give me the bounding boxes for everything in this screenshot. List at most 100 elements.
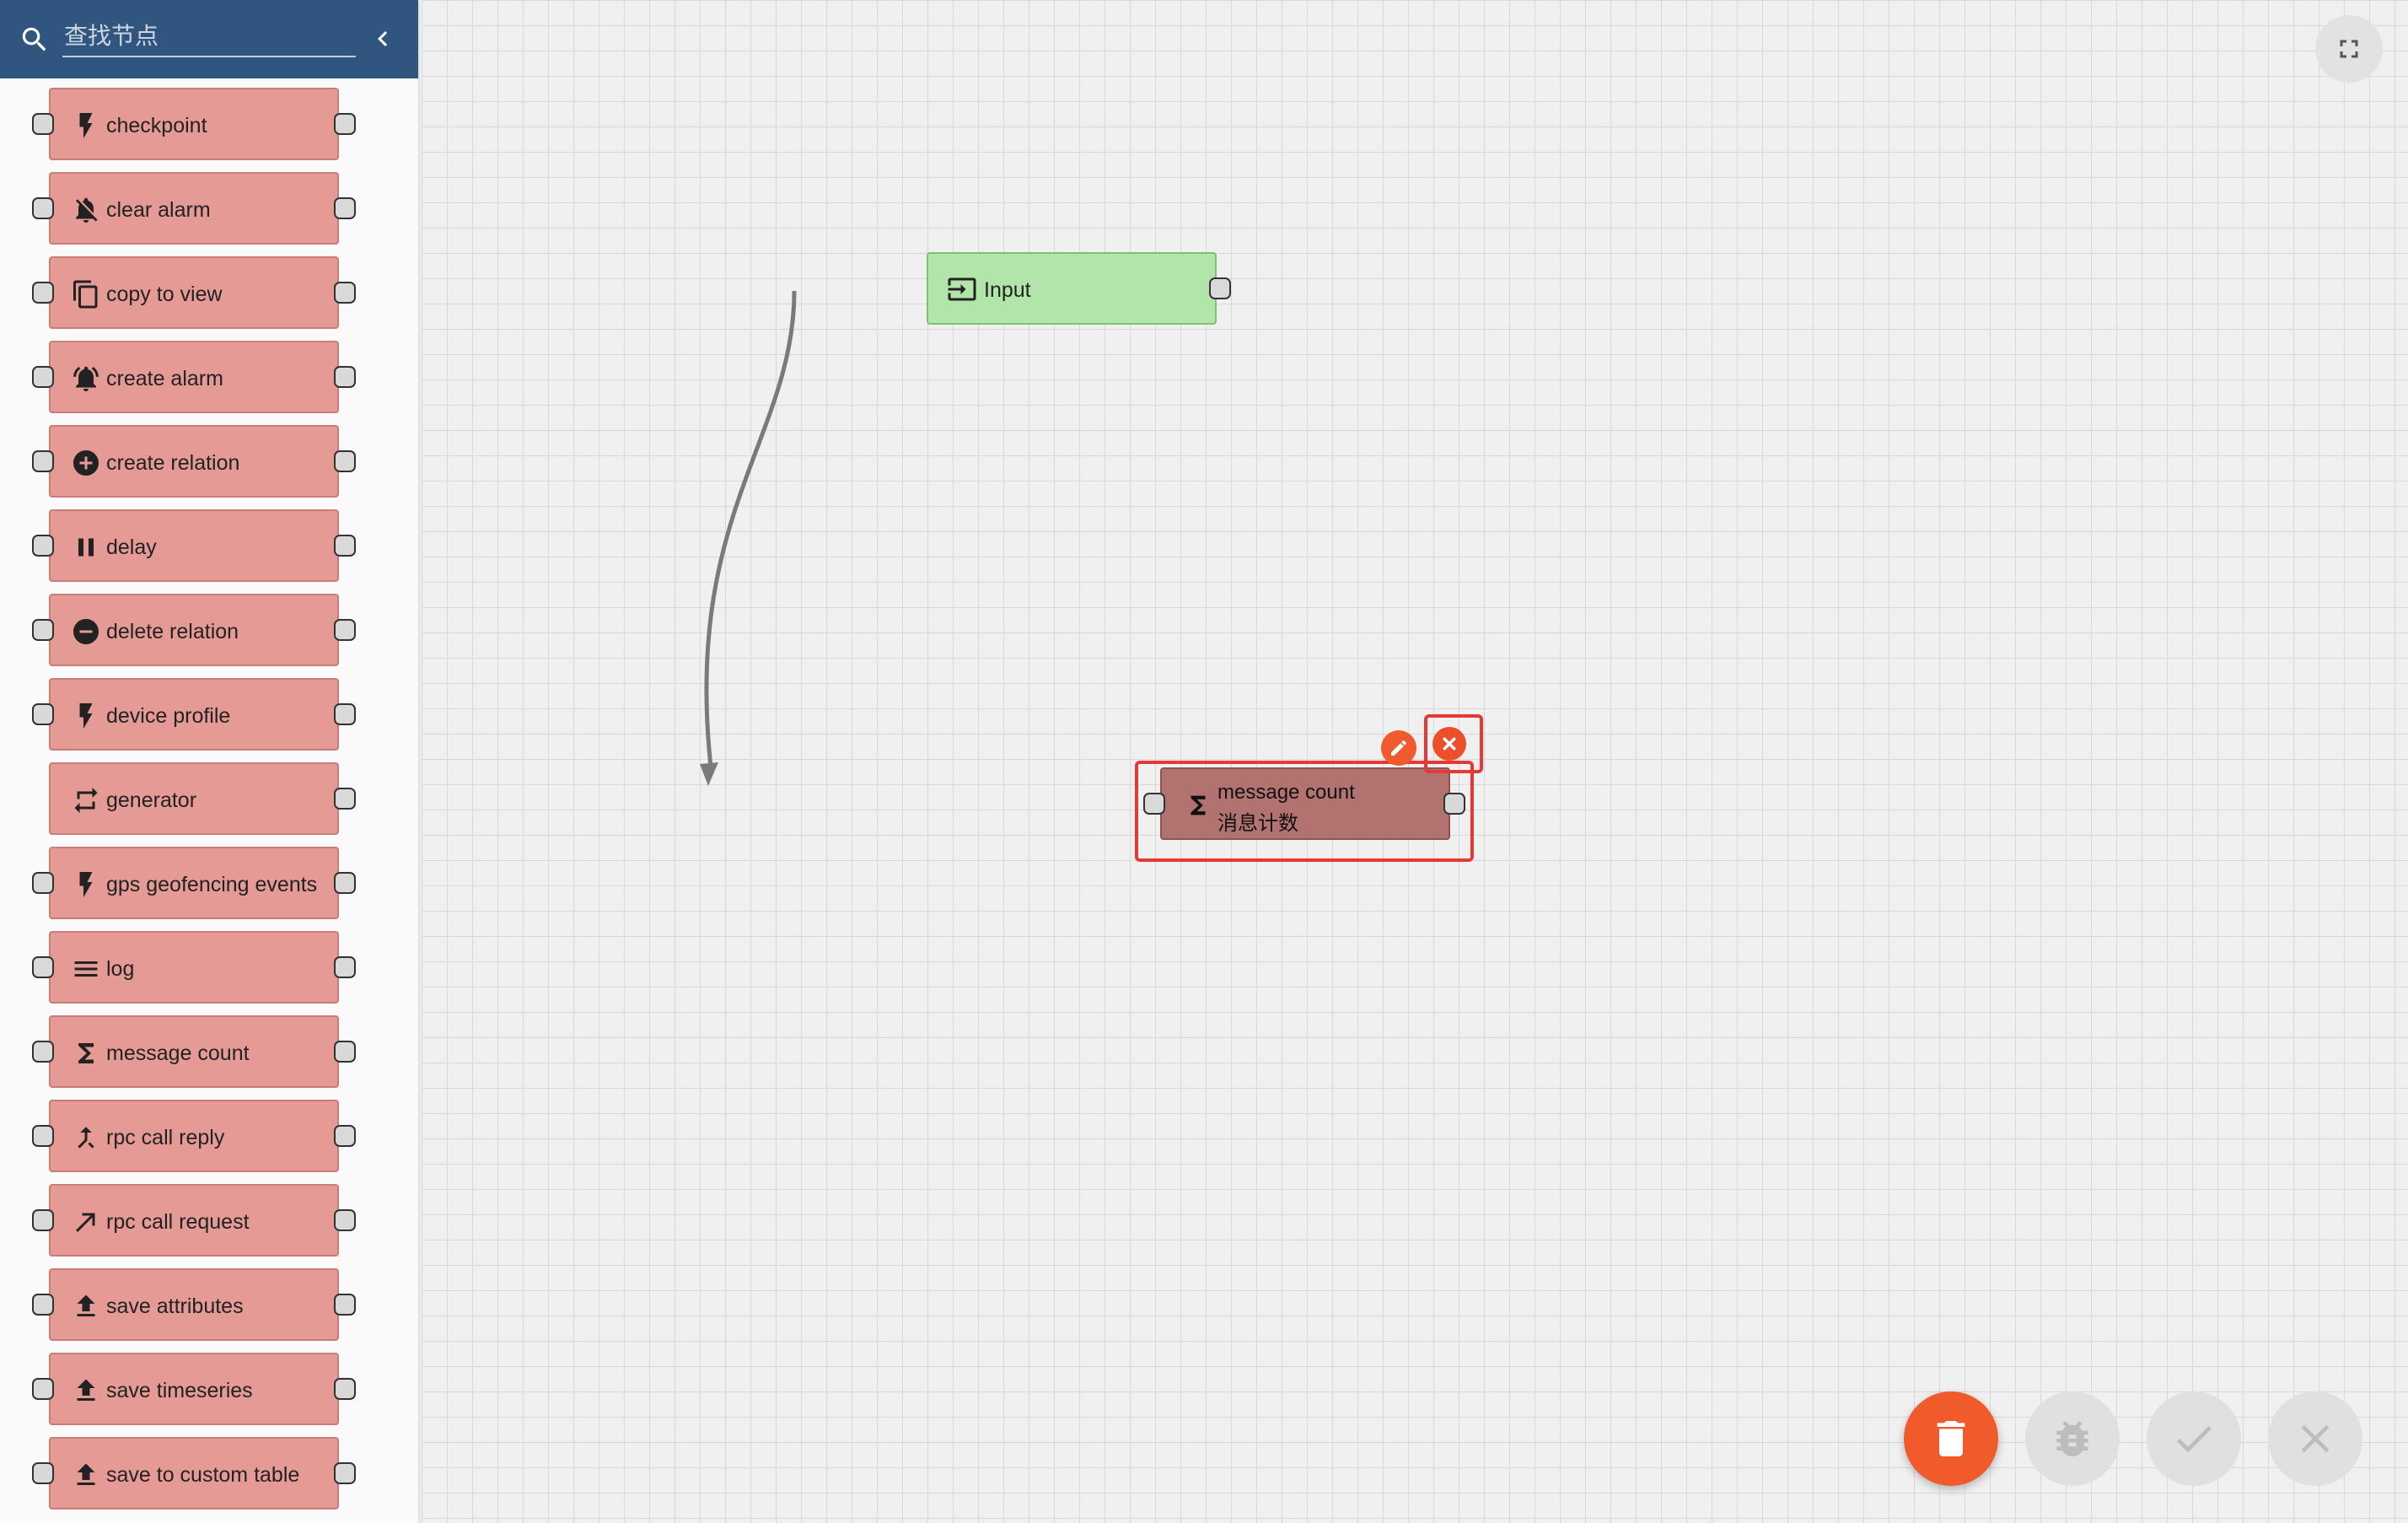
palette-node-out-port bbox=[334, 872, 356, 894]
palette-node-in-port bbox=[32, 113, 54, 135]
palette-node-in-port bbox=[32, 956, 54, 978]
delete-node-button[interactable] bbox=[1432, 727, 1466, 761]
chevron-left-icon[interactable] bbox=[368, 24, 398, 54]
remove-circle-icon bbox=[73, 619, 99, 644]
palette-node-in-port bbox=[32, 535, 54, 557]
palette-search-bar bbox=[0, 0, 418, 78]
palette-node-in-port bbox=[32, 1294, 54, 1316]
flash-icon bbox=[79, 872, 93, 897]
palette-node-out-port bbox=[334, 619, 356, 641]
palette-node-delay[interactable]: delay bbox=[49, 509, 339, 582]
node-name-label: 消息计数 bbox=[1217, 811, 1298, 835]
notifications-off-icon bbox=[76, 197, 98, 223]
palette-node-out-port bbox=[334, 113, 356, 135]
palette-node-label: generator bbox=[106, 788, 197, 812]
palette-node-save-timeseries[interactable]: save timeseries bbox=[49, 1353, 339, 1425]
check-icon bbox=[2176, 1426, 2212, 1453]
palette-node-label: delay bbox=[106, 535, 157, 559]
delete-selected-button[interactable] bbox=[1904, 1391, 1998, 1486]
palette-node-label: delete relation bbox=[106, 620, 239, 643]
fullscreen-icon bbox=[2340, 40, 2358, 58]
file-upload-icon bbox=[77, 1379, 95, 1401]
content-copy-icon bbox=[73, 280, 98, 309]
palette-node-save-to-custom-table[interactable]: save to custom table bbox=[49, 1437, 339, 1510]
palette-node-create-alarm[interactable]: create alarm bbox=[49, 341, 339, 413]
palette-node-copy-to-view[interactable]: copy to view bbox=[49, 256, 339, 329]
palette-node-label: log bbox=[106, 957, 135, 981]
menu-lines-icon bbox=[74, 961, 98, 977]
message-count-out-port[interactable] bbox=[1443, 793, 1465, 815]
palette-node-label: save timeseries bbox=[106, 1379, 253, 1402]
input-node-label: Input bbox=[984, 278, 1031, 302]
palette-node-gps-geofencing-events[interactable]: gps geofencing events bbox=[49, 847, 339, 919]
palette-node-save-attributes[interactable]: save attributes bbox=[49, 1268, 339, 1341]
palette-node-label: create alarm bbox=[106, 367, 223, 390]
palette-node-out-port bbox=[334, 1462, 356, 1484]
message-count-node[interactable]: message count 消息计数 bbox=[1160, 767, 1450, 840]
palette-node-label: copy to view bbox=[106, 283, 223, 306]
search-icon bbox=[22, 27, 46, 51]
palette-node-in-port bbox=[32, 619, 54, 641]
palette-node-out-port bbox=[334, 1041, 356, 1063]
apply-changes-button[interactable] bbox=[2147, 1391, 2241, 1486]
sigma-icon bbox=[1191, 795, 1206, 815]
palette-node-out-port bbox=[334, 535, 356, 557]
bug-icon bbox=[2056, 1421, 2088, 1456]
palette-node-out-port bbox=[334, 1209, 356, 1231]
input-node-out-port[interactable] bbox=[1209, 277, 1231, 299]
palette-node-in-port bbox=[32, 1125, 54, 1147]
pause-icon bbox=[78, 538, 94, 557]
message-count-in-port[interactable] bbox=[1143, 793, 1165, 815]
palette-node-label: message count bbox=[106, 1041, 250, 1065]
node-type-label: message count bbox=[1217, 781, 1355, 804]
palette-node-label: create relation bbox=[106, 451, 240, 475]
palette-node-create-relation[interactable]: create relation bbox=[49, 425, 339, 498]
palette-node-label: rpc call reply bbox=[106, 1126, 225, 1149]
palette-node-in-port bbox=[32, 197, 54, 219]
close-icon bbox=[2301, 1424, 2330, 1453]
notifications-active-icon bbox=[73, 366, 99, 391]
node-palette-sidebar: checkpoint clear alarm copy to view create … bbox=[0, 0, 420, 1523]
palette-node-checkpoint[interactable]: checkpoint bbox=[49, 88, 339, 160]
pencil-icon bbox=[1391, 740, 1407, 756]
search-input[interactable] bbox=[62, 15, 356, 57]
sigma-icon bbox=[78, 1043, 94, 1063]
close-icon bbox=[1442, 736, 1457, 751]
palette-node-label: rpc call request bbox=[106, 1210, 250, 1234]
palette-node-out-port bbox=[334, 197, 356, 219]
rule-chain-canvas[interactable]: Input message count 消息计数 bbox=[422, 0, 2408, 1523]
palette-node-in-port bbox=[32, 1209, 54, 1231]
palette-node-rpc-call-reply[interactable]: rpc call reply bbox=[49, 1100, 339, 1172]
palette-node-in-port bbox=[32, 703, 54, 725]
repeat-icon bbox=[74, 788, 98, 813]
fullscreen-button[interactable] bbox=[2315, 15, 2383, 83]
palette-node-out-port bbox=[334, 366, 356, 388]
palette-node-out-port bbox=[334, 703, 356, 725]
palette-node-label: save to custom table bbox=[106, 1463, 300, 1487]
palette-node-out-port bbox=[334, 1125, 356, 1147]
palette-node-device-profile[interactable]: device profile bbox=[49, 678, 339, 751]
palette-node-label: clear alarm bbox=[106, 198, 211, 222]
add-circle-icon bbox=[73, 450, 99, 476]
revert-changes-button[interactable] bbox=[2268, 1391, 2362, 1486]
palette-node-delete-relation[interactable]: delete relation bbox=[49, 594, 339, 666]
delete-icon bbox=[1937, 1421, 1965, 1456]
input-node[interactable]: Input bbox=[927, 252, 1217, 325]
palette-node-rpc-call-request[interactable]: rpc call request bbox=[49, 1184, 339, 1257]
palette-node-out-port bbox=[334, 1378, 356, 1400]
palette-node-out-port bbox=[334, 450, 356, 472]
palette-node-label: device profile bbox=[106, 704, 231, 728]
palette-node-in-port bbox=[32, 1378, 54, 1400]
palette-node-log[interactable]: log bbox=[49, 931, 339, 1004]
flash-icon bbox=[79, 703, 93, 729]
palette-node-in-port bbox=[32, 872, 54, 894]
palette-node-message-count[interactable]: message count bbox=[49, 1015, 339, 1088]
edit-node-button[interactable] bbox=[1381, 730, 1416, 766]
palette-node-in-port bbox=[32, 450, 54, 472]
palette-node-out-port bbox=[334, 956, 356, 978]
palette-node-clear-alarm[interactable]: clear alarm bbox=[49, 172, 339, 245]
debug-mode-button[interactable] bbox=[2025, 1391, 2120, 1486]
palette-node-in-port bbox=[32, 282, 54, 304]
palette-node-generator[interactable]: generator bbox=[49, 762, 339, 835]
palette-node-in-port bbox=[32, 366, 54, 388]
